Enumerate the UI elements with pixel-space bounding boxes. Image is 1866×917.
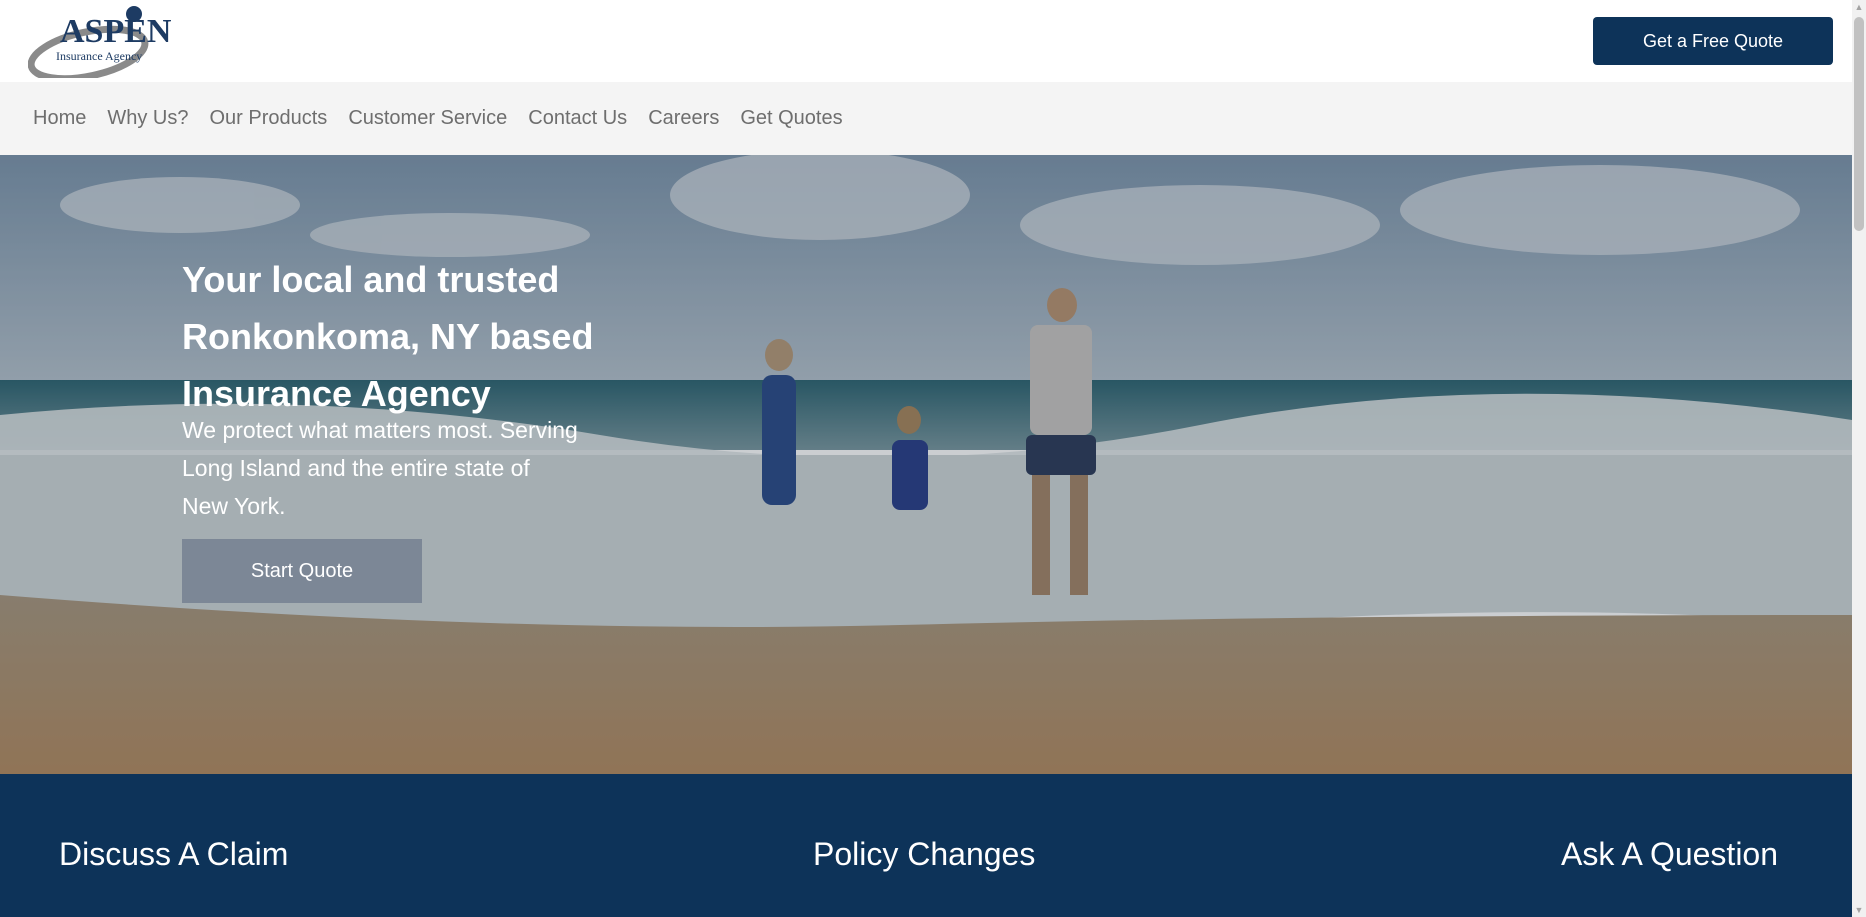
hero-subtitle: We protect what matters most. Serving Lo… [182, 417, 578, 519]
hero-title: Your local and trusted Ronkonkoma, NY ba… [182, 259, 594, 414]
services-band: Discuss A Claim Policy Changes Ask A Que… [0, 774, 1852, 917]
get-free-quote-button[interactable]: Get a Free Quote [1593, 17, 1833, 65]
nav-item-careers[interactable]: Careers [648, 107, 719, 130]
nav-item-get-quotes[interactable]: Get Quotes [740, 107, 842, 130]
nav-item-home[interactable]: Home [33, 107, 86, 130]
scroll-thumb[interactable] [1854, 17, 1864, 231]
policy-changes-link[interactable]: Policy Changes [813, 836, 1035, 873]
nav-item-contact-us[interactable]: Contact Us [528, 107, 627, 130]
aspen-logo[interactable]: ASPEN Insurance Agency [28, 2, 172, 78]
svg-text:Insurance Agency: Insurance Agency [56, 49, 142, 63]
start-quote-button[interactable]: Start Quote [182, 539, 422, 603]
ask-question-link[interactable]: Ask A Question [1561, 836, 1778, 873]
page-scrollbar[interactable]: ▲ ▼ [1852, 0, 1866, 917]
nav-item-customer-service[interactable]: Customer Service [348, 107, 507, 130]
site-header: ASPEN Insurance Agency Get a Free Quote [0, 0, 1852, 82]
svg-text:ASPEN: ASPEN [60, 13, 172, 50]
main-nav: Home Why Us? Our Products Customer Servi… [0, 82, 1852, 155]
discuss-claim-link[interactable]: Discuss A Claim [59, 836, 288, 873]
nav-item-our-products[interactable]: Our Products [209, 107, 327, 130]
hero-section: Your local and trusted Ronkonkoma, NY ba… [0, 155, 1852, 774]
scroll-down-icon[interactable]: ▼ [1852, 903, 1866, 917]
scroll-up-icon[interactable]: ▲ [1852, 0, 1866, 14]
nav-item-why-us[interactable]: Why Us? [107, 107, 188, 130]
